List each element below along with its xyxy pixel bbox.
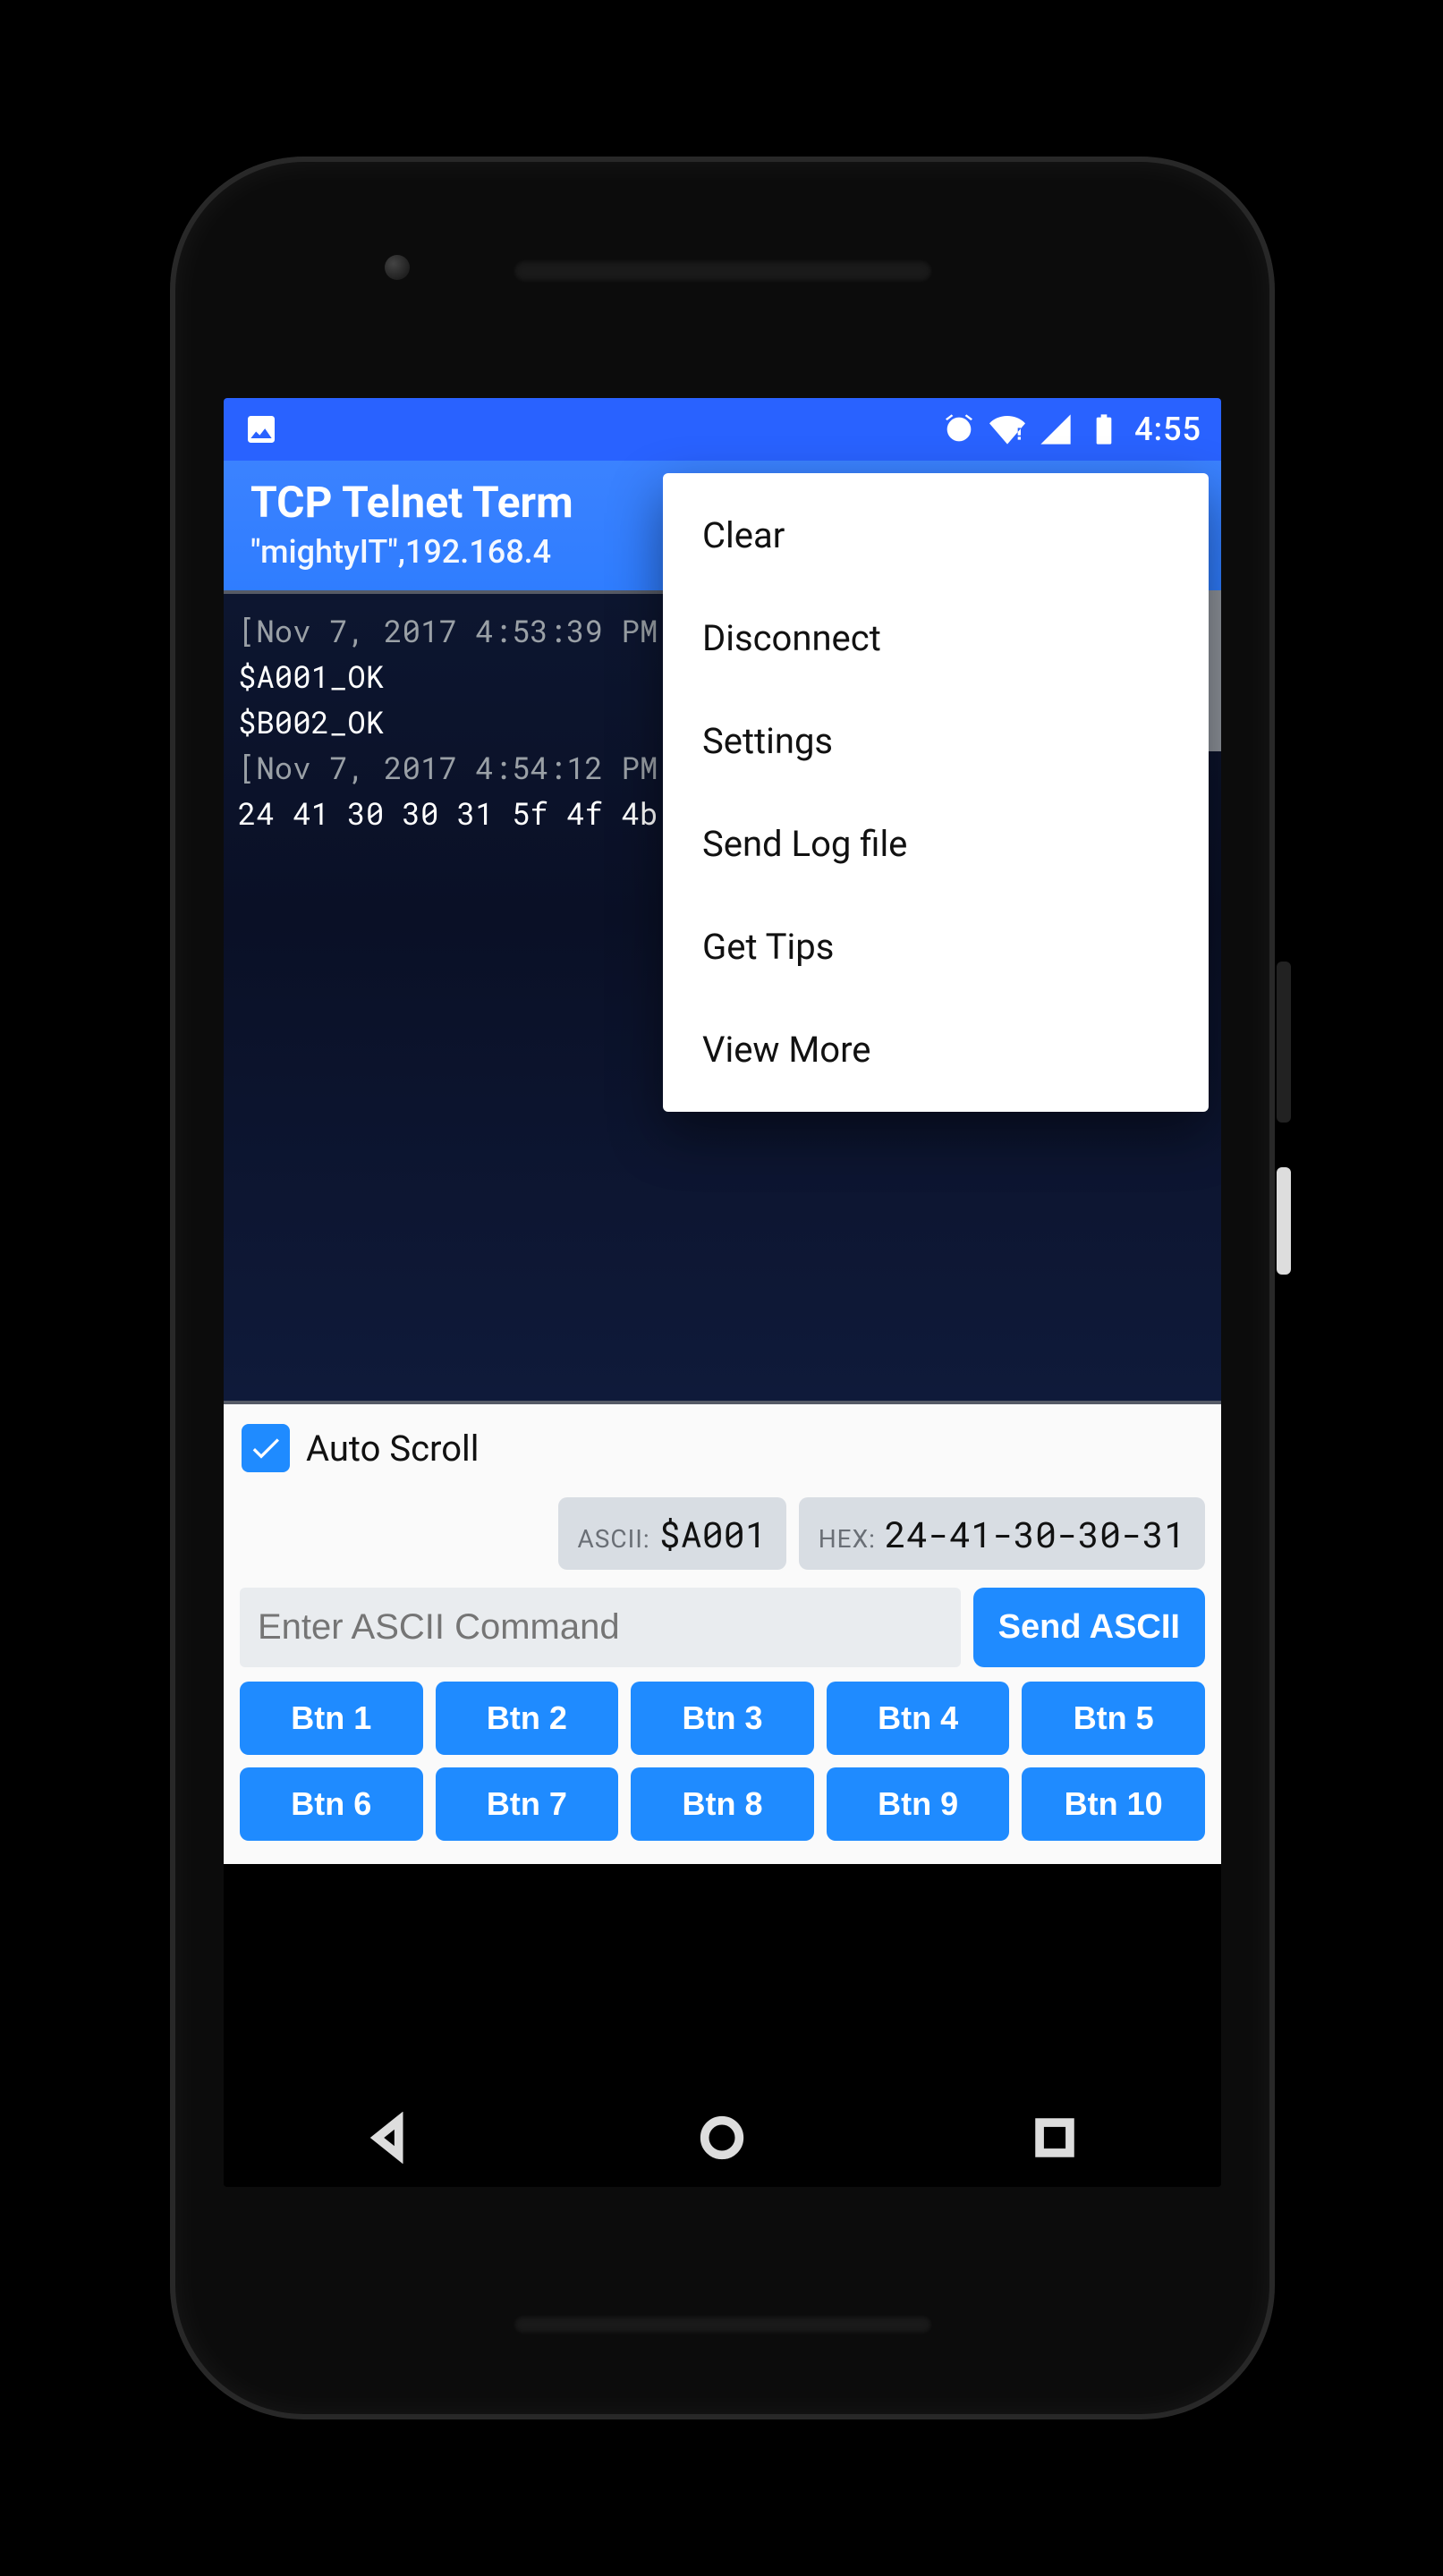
- menu-item-clear[interactable]: Clear: [663, 484, 1209, 587]
- wifi-alert-icon: [989, 411, 1025, 447]
- earpiece: [513, 259, 933, 283]
- menu-item-disconnect[interactable]: Disconnect: [663, 587, 1209, 690]
- bottom-speaker: [513, 2315, 933, 2334]
- ascii-chip-label: ASCII:: [578, 1524, 650, 1554]
- autoscroll-checkbox[interactable]: [242, 1424, 290, 1472]
- send-ascii-button[interactable]: Send ASCII: [973, 1588, 1205, 1667]
- autoscroll-row[interactable]: Auto Scroll: [236, 1419, 1209, 1488]
- menu-item-settings[interactable]: Settings: [663, 690, 1209, 792]
- menu-item-get-tips[interactable]: Get Tips: [663, 895, 1209, 998]
- preview-chips: ASCII: $A001 HEX: 24-41-30-30-31: [240, 1497, 1205, 1570]
- android-nav-bar: [224, 2089, 1221, 2187]
- control-panel: Auto Scroll ASCII: $A001 HEX: 24-41-30-3…: [224, 1404, 1221, 1864]
- command-row: Send ASCII: [240, 1588, 1205, 1667]
- battery-icon: [1086, 411, 1122, 447]
- hex-chip-value: 24-41-30-30-31: [885, 1510, 1185, 1557]
- nav-back-icon[interactable]: [364, 2112, 416, 2164]
- quick-button-4[interactable]: Btn 4: [827, 1682, 1010, 1755]
- ascii-chip[interactable]: ASCII: $A001: [558, 1497, 786, 1570]
- menu-item-view-more[interactable]: View More: [663, 998, 1209, 1101]
- check-icon: [248, 1430, 284, 1466]
- screen: 4:55 TCP Telnet Term "mightyIT",192.168.…: [224, 398, 1221, 2187]
- phone-frame: 4:55 TCP Telnet Term "mightyIT",192.168.…: [170, 157, 1275, 2419]
- nav-home-icon[interactable]: [696, 2112, 748, 2164]
- command-input[interactable]: [240, 1588, 961, 1667]
- quick-button-3[interactable]: Btn 3: [631, 1682, 814, 1755]
- overflow-menu: ClearDisconnectSettingsSend Log fileGet …: [663, 473, 1209, 1112]
- quick-button-10[interactable]: Btn 10: [1022, 1767, 1205, 1841]
- autoscroll-label: Auto Scroll: [306, 1428, 479, 1470]
- hex-chip-label: HEX:: [819, 1524, 876, 1554]
- quick-button-7[interactable]: Btn 7: [436, 1767, 619, 1841]
- nav-recent-icon[interactable]: [1029, 2112, 1081, 2164]
- power-button: [1277, 1167, 1291, 1275]
- alarm-icon: [941, 411, 977, 447]
- menu-item-send-log-file[interactable]: Send Log file: [663, 792, 1209, 895]
- cell-signal-icon: [1038, 411, 1074, 447]
- image-icon: [243, 411, 279, 447]
- quick-button-2[interactable]: Btn 2: [436, 1682, 619, 1755]
- quick-button-5[interactable]: Btn 5: [1022, 1682, 1205, 1755]
- status-clock: 4:55: [1134, 411, 1201, 448]
- scrollbar-thumb[interactable]: [1209, 590, 1221, 751]
- ascii-chip-value: $A001: [659, 1510, 767, 1557]
- front-camera: [385, 255, 410, 280]
- quick-button-grid: Btn 1Btn 2Btn 3Btn 4Btn 5 Btn 6Btn 7Btn 8…: [240, 1682, 1205, 1841]
- quick-button-6[interactable]: Btn 6: [240, 1767, 423, 1841]
- hex-chip[interactable]: HEX: 24-41-30-30-31: [799, 1497, 1205, 1570]
- status-bar: 4:55: [224, 398, 1221, 461]
- quick-button-1[interactable]: Btn 1: [240, 1682, 423, 1755]
- quick-button-8[interactable]: Btn 8: [631, 1767, 814, 1841]
- volume-button: [1277, 962, 1291, 1123]
- quick-button-9[interactable]: Btn 9: [827, 1767, 1010, 1841]
